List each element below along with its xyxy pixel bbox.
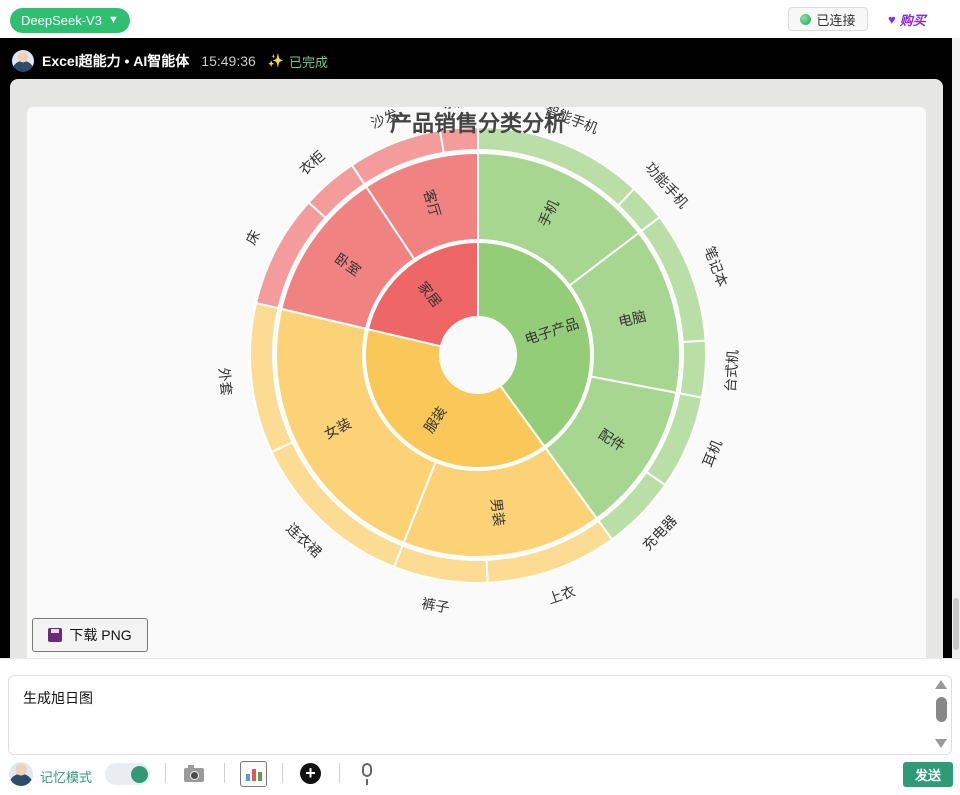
model-selector[interactable]: DeepSeek-V3 ▼ bbox=[10, 8, 130, 33]
connection-status-badge[interactable]: 已连接 bbox=[788, 7, 868, 31]
toolbar-divider bbox=[339, 763, 340, 783]
level3-label: 笔记本 bbox=[701, 244, 731, 289]
page-scrollbar[interactable] bbox=[952, 38, 960, 658]
sunburst-center-hole bbox=[440, 317, 516, 393]
level3-label: 耳机 bbox=[699, 437, 725, 469]
status-dot-icon bbox=[800, 13, 812, 25]
microphone-icon[interactable] bbox=[362, 763, 372, 785]
chart-container: 电子产品 手机 智能手机 功能手机 电脑 笔记本 台式机 配件 耳机 充电器 服装 男装 上衣 裤子 女装连… bbox=[27, 107, 926, 658]
top-bar: DeepSeek-V3 ▼ 已连接 ♥ 购买 bbox=[0, 0, 960, 38]
buy-button[interactable]: ♥ 购买 bbox=[888, 9, 926, 29]
connection-label: 已连接 bbox=[816, 12, 856, 28]
buy-label: 购买 bbox=[899, 12, 926, 28]
status-text: 已完成 bbox=[288, 54, 328, 70]
message-status: ✨ 已完成 bbox=[268, 52, 328, 71]
bar-chart-icon[interactable] bbox=[240, 761, 267, 787]
agent-avatar bbox=[12, 50, 34, 72]
send-button[interactable]: 发送 bbox=[903, 762, 953, 787]
sunburst-chart: 电子产品手机智能手机功能手机电脑笔记本台式机配件 耳机充电器服装男装上衣裤子女装连… bbox=[216, 107, 741, 616]
camera-icon[interactable] bbox=[184, 765, 204, 782]
sparkle-icon: ✨ bbox=[267, 53, 284, 68]
scroll-down-arrow-icon[interactable] bbox=[935, 739, 947, 748]
diamond-icon: ♥ bbox=[888, 11, 896, 27]
level3-label: 衣柜 bbox=[296, 148, 328, 178]
level3-label: 裤子 bbox=[421, 595, 451, 615]
plus-icon[interactable]: + bbox=[300, 763, 321, 784]
agent-name: Excel超能力 • AI智能体 bbox=[42, 53, 190, 69]
memory-mode-label: 记忆模式 bbox=[40, 770, 93, 785]
message-header: Excel超能力 • AI智能体 15:49:36 ✨ 已完成 bbox=[12, 50, 328, 72]
scroll-up-arrow-icon[interactable] bbox=[935, 680, 947, 689]
message-input[interactable] bbox=[8, 675, 952, 755]
level3-label: 充电器 bbox=[639, 512, 680, 553]
toolbar-divider bbox=[282, 763, 283, 783]
chart-title: 产品销售分类分析 bbox=[390, 111, 566, 136]
chevron-down-icon: ▼ bbox=[107, 14, 119, 26]
toggle-knob[interactable] bbox=[131, 766, 148, 783]
user-avatar[interactable] bbox=[9, 762, 33, 786]
toolbar-divider bbox=[224, 763, 225, 783]
floppy-disk-icon bbox=[48, 628, 63, 642]
message-time: 15:49:36 bbox=[201, 53, 256, 69]
level3-label: 台式机 bbox=[722, 349, 741, 392]
level3-label: 外套 bbox=[216, 367, 235, 397]
download-png-button[interactable]: 下载 PNG bbox=[32, 618, 148, 652]
model-label: DeepSeek-V3 bbox=[21, 13, 102, 28]
input-scrollbar-thumb[interactable] bbox=[936, 697, 947, 722]
sunburst-segment[interactable] bbox=[678, 339, 707, 399]
level3-label: 上衣 bbox=[546, 583, 578, 607]
download-label: 下载 PNG bbox=[69, 627, 132, 643]
level3-label: 连衣裙 bbox=[283, 520, 325, 560]
send-label: 发送 bbox=[914, 768, 941, 783]
page-scrollbar-thumb[interactable] bbox=[953, 598, 959, 650]
toolbar-divider bbox=[165, 763, 166, 783]
level3-label: 床 bbox=[243, 227, 264, 247]
